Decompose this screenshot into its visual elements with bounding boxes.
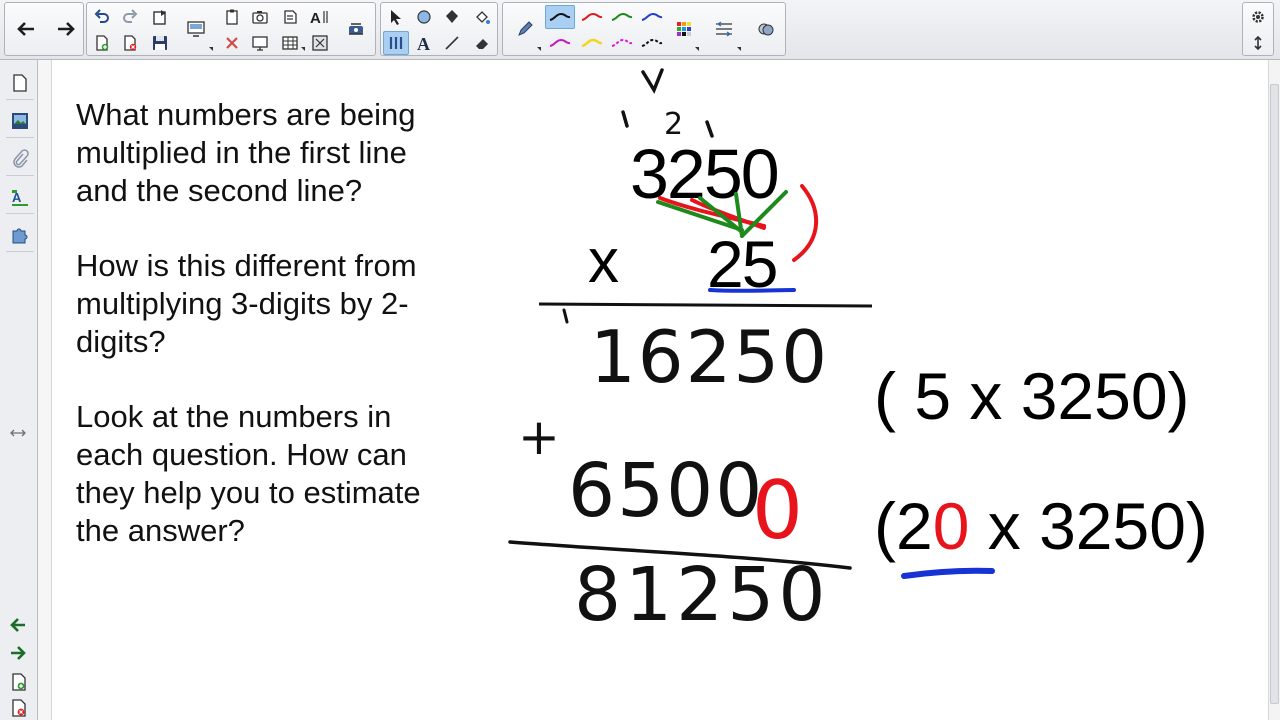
paperclip-icon bbox=[13, 148, 29, 168]
ink-red-bracket bbox=[792, 184, 818, 262]
properties-tab[interactable]: A bbox=[6, 180, 34, 214]
recorder-icon[interactable] bbox=[277, 5, 303, 29]
clear-icon[interactable] bbox=[219, 31, 245, 55]
sidebar-collapse-strip[interactable] bbox=[38, 60, 52, 720]
ink-tick-mark-3 bbox=[562, 308, 569, 324]
side-tab-bar: A bbox=[0, 60, 38, 720]
svg-text:A: A bbox=[310, 10, 321, 26]
toolbar-group-pens bbox=[502, 2, 786, 56]
pen-style-magenta[interactable] bbox=[545, 31, 575, 55]
pen-style-yellow[interactable] bbox=[577, 31, 607, 55]
next-page-icon[interactable] bbox=[8, 644, 28, 667]
select-arrow-icon[interactable] bbox=[383, 5, 409, 29]
toolbar-group-tools: A bbox=[380, 2, 498, 56]
handwriting-layer: 2 16250 + 6500 0 81250 bbox=[508, 68, 995, 638]
magic-pen-icon[interactable] bbox=[753, 17, 779, 41]
text-tool-icon[interactable]: A bbox=[411, 31, 437, 55]
screen-shade-caret-icon[interactable] bbox=[209, 47, 213, 51]
ink-placeholder-zero: 0 bbox=[752, 464, 803, 557]
ink-partial-1: 16250 bbox=[590, 315, 829, 399]
addons-tab[interactable] bbox=[6, 218, 34, 252]
attachments-tab[interactable] bbox=[6, 142, 34, 176]
pen-tool-selected-icon[interactable] bbox=[383, 31, 409, 55]
toolbar-group-navigation bbox=[4, 2, 84, 56]
pen-style-blue[interactable] bbox=[637, 5, 667, 29]
display-icon[interactable] bbox=[247, 31, 273, 55]
page-sorter-tab[interactable] bbox=[6, 66, 34, 100]
ink-carry-digit: 2 bbox=[664, 107, 683, 142]
previous-page-icon[interactable] bbox=[8, 616, 28, 639]
delete-page-icon[interactable] bbox=[117, 31, 143, 55]
ink-rule-1 bbox=[538, 302, 873, 308]
ink-blue-underline-25 bbox=[708, 288, 796, 293]
save-icon[interactable] bbox=[147, 31, 173, 55]
undo-icon[interactable] bbox=[89, 5, 115, 29]
scrollbar-thumb[interactable] bbox=[1270, 84, 1279, 704]
svg-text:A: A bbox=[417, 34, 430, 52]
forward-arrow-icon[interactable] bbox=[53, 17, 79, 41]
redo-icon[interactable] bbox=[117, 5, 143, 29]
eraser-icon[interactable] bbox=[469, 31, 495, 55]
gallery-icon bbox=[12, 112, 28, 129]
line-tool-icon[interactable] bbox=[439, 31, 465, 55]
fullscreen-icon[interactable] bbox=[307, 31, 333, 55]
text-style-icon[interactable]: A bbox=[307, 5, 333, 29]
pen-style-green[interactable] bbox=[607, 5, 637, 29]
table-icon[interactable] bbox=[277, 31, 303, 55]
pen-style-dashed[interactable] bbox=[637, 31, 667, 55]
whiteboard-canvas[interactable]: What numbers are being multiplied in the… bbox=[52, 60, 1268, 720]
resize-handle-icon[interactable] bbox=[10, 426, 26, 444]
pen-caret-icon[interactable] bbox=[537, 47, 541, 51]
ink-tick-mark-2 bbox=[705, 120, 714, 138]
toolbar-group-page: A bbox=[86, 2, 376, 56]
paste-icon[interactable] bbox=[147, 5, 173, 29]
paint-bucket-icon[interactable] bbox=[469, 5, 495, 29]
ink-carry-check bbox=[641, 68, 664, 94]
delete-page-side-icon[interactable] bbox=[10, 698, 28, 720]
vertical-scrollbar[interactable] bbox=[1268, 60, 1280, 720]
pen-style-red[interactable] bbox=[577, 5, 607, 29]
pen-icon[interactable] bbox=[511, 17, 537, 41]
toolbar-group-settings bbox=[1242, 2, 1274, 56]
back-arrow-icon[interactable] bbox=[13, 17, 39, 41]
ink-blue-underline-20 bbox=[901, 567, 995, 579]
table-caret-icon[interactable] bbox=[301, 47, 305, 51]
ink-partial-2: 6500 bbox=[568, 448, 764, 534]
shape-icon[interactable] bbox=[411, 5, 437, 29]
capture-icon[interactable] bbox=[247, 5, 273, 29]
add-page-icon[interactable] bbox=[10, 672, 28, 697]
settings-gear-icon[interactable] bbox=[1245, 5, 1271, 29]
line-width-caret-icon[interactable] bbox=[737, 47, 741, 51]
pen-style-magenta-dashed[interactable] bbox=[607, 31, 637, 55]
pen-style-black-selected[interactable] bbox=[545, 5, 575, 29]
puzzle-icon bbox=[12, 228, 28, 243]
ink-plus-sign: + bbox=[518, 408, 560, 466]
color-caret-icon[interactable] bbox=[695, 47, 699, 51]
screen-shade-icon[interactable] bbox=[183, 17, 209, 41]
line-width-icon[interactable] bbox=[711, 17, 737, 41]
clipboard-icon[interactable] bbox=[219, 5, 245, 29]
properties-icon: A bbox=[12, 189, 28, 206]
toolbar-position-icon[interactable] bbox=[1245, 31, 1271, 55]
page-sorter-icon bbox=[13, 73, 27, 92]
gallery-tab[interactable] bbox=[6, 104, 34, 138]
document-camera-icon[interactable] bbox=[343, 17, 369, 41]
color-palette-icon[interactable] bbox=[671, 17, 697, 41]
main-toolbar: A A bbox=[0, 0, 1280, 60]
fill-icon[interactable] bbox=[439, 5, 465, 29]
ink-tick-mark bbox=[621, 110, 629, 128]
ink-total: 81250 bbox=[574, 552, 829, 638]
new-page-icon[interactable] bbox=[89, 31, 115, 55]
